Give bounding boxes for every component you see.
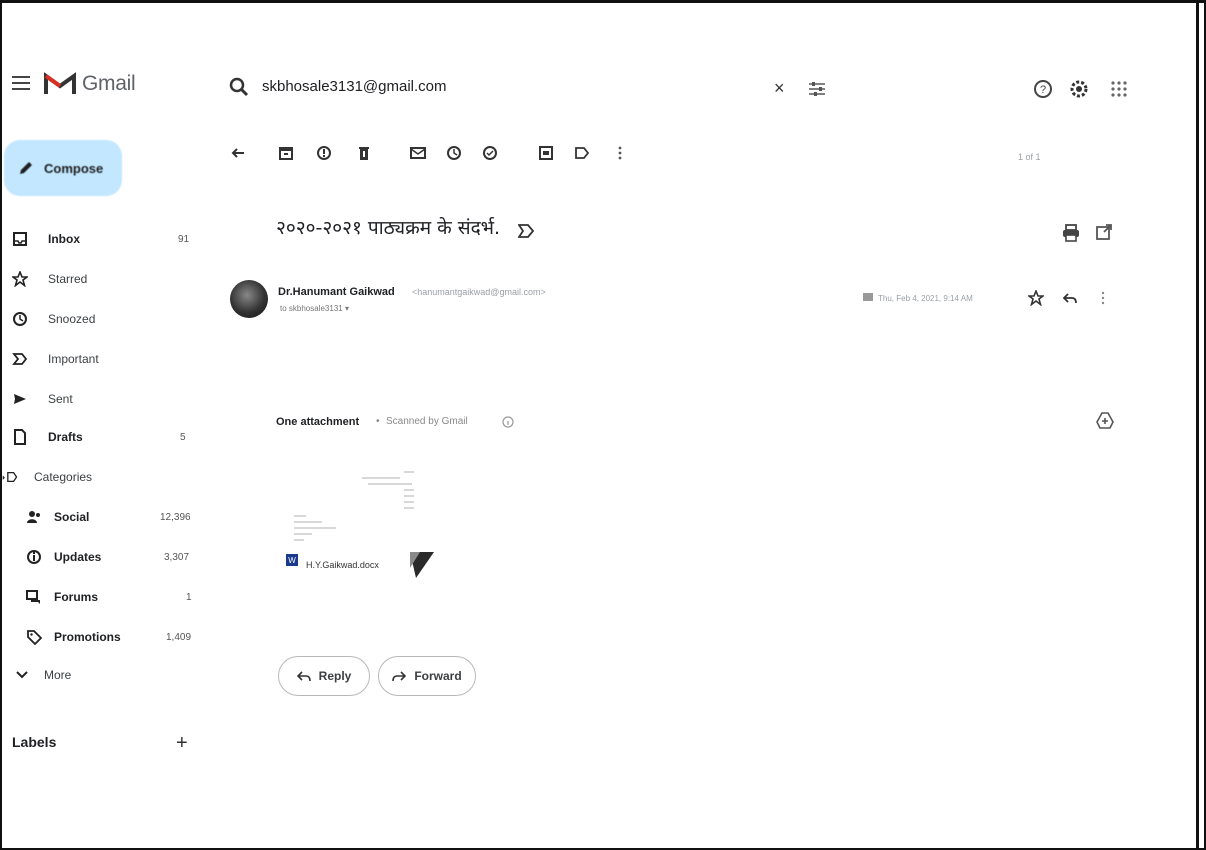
sidebar-item-more[interactable]: More	[0, 662, 200, 688]
compose-label: Compose	[44, 160, 104, 176]
sidebar-item-sent[interactable]: Sent	[0, 386, 200, 412]
scanned-by-gmail-text: Scanned by Gmail	[386, 416, 468, 427]
back-arrow-icon[interactable]	[230, 145, 246, 161]
sidebar-item-count: 3,307	[164, 552, 190, 563]
settings-gear-icon[interactable]	[1068, 78, 1090, 100]
tag-icon	[27, 630, 42, 645]
sidebar-item-social[interactable]: Social 12,396	[0, 504, 200, 530]
message-date: Thu, Feb 4, 2021, 9:14 AM	[878, 294, 973, 303]
sidebar-item-label: Forums	[54, 590, 99, 604]
mark-unread-icon[interactable]	[410, 145, 426, 161]
email-subject: २०२०-२०२१ पाठ्यक्रम के संदर्भ.	[276, 217, 501, 239]
sidebar-item-count: 12,396	[160, 512, 191, 523]
sidebar-item-label: Inbox	[48, 232, 80, 246]
sidebar-item-updates[interactable]: Updates 3,307	[0, 544, 200, 570]
gmail-wordmark: Gmail	[82, 72, 136, 95]
forward-arrow-icon	[392, 671, 407, 682]
help-icon[interactable]: ?	[1032, 78, 1054, 100]
svg-text:W: W	[288, 556, 296, 565]
forward-label: Forward	[414, 669, 462, 683]
sidebar-item-label: Important	[48, 352, 99, 366]
main-menu-icon[interactable]	[12, 76, 30, 92]
open-new-window-icon[interactable]	[1096, 224, 1112, 240]
report-spam-icon[interactable]	[316, 145, 332, 161]
sender-email: <hanumantgaikwad@gmail.com>	[412, 287, 546, 297]
search-options-icon[interactable]	[806, 78, 828, 100]
frame-edge	[1196, 0, 1199, 850]
label-icon	[2, 471, 18, 483]
gmail-m-icon	[44, 72, 76, 94]
sidebar-item-inbox[interactable]: Inbox 91	[0, 226, 200, 252]
clock-icon	[13, 312, 27, 326]
chevron-down-icon	[16, 671, 28, 679]
sidebar-item-important[interactable]: Important	[0, 346, 200, 372]
sidebar-item-label: Sent	[48, 392, 73, 406]
sidebar-item-label: Updates	[54, 550, 102, 564]
forum-icon	[26, 590, 40, 604]
sidebar-item-label: Snoozed	[48, 312, 96, 326]
sidebar-item-starred[interactable]: Starred	[0, 266, 200, 292]
pencil-icon	[20, 162, 32, 174]
snooze-icon[interactable]	[446, 145, 462, 161]
add-to-drive-icon[interactable]	[1096, 412, 1114, 430]
reply-icon[interactable]	[1062, 290, 1078, 306]
attachment-filename[interactable]: H.Y.Gaikwad.docx	[306, 560, 379, 570]
sidebar-item-count: 1,409	[166, 632, 192, 643]
sidebar-item-label: More	[44, 668, 72, 682]
add-task-icon[interactable]	[482, 145, 498, 161]
label-as-icon[interactable]	[574, 145, 590, 161]
reply-arrow-icon	[296, 671, 311, 682]
star-icon	[12, 271, 28, 287]
reply-button[interactable]: Reply	[278, 656, 370, 696]
pagination-text: 1 of 1	[1018, 152, 1041, 162]
important-icon	[12, 353, 28, 365]
add-label-button[interactable]: +	[176, 732, 188, 755]
sidebar-item-label: Social	[54, 510, 90, 524]
inbox-icon	[13, 232, 27, 246]
svg-text:?: ?	[1040, 84, 1046, 96]
attachment-indicator-icon	[863, 293, 873, 301]
gmail-logo[interactable]: Gmail	[44, 72, 136, 96]
more-vert-icon[interactable]	[1100, 290, 1106, 306]
recipient-details-toggle[interactable]: to skbhosale3131 ▾	[280, 304, 349, 313]
sidebar-item-promotions[interactable]: Promotions 1,409	[0, 624, 200, 650]
sender-name[interactable]: Dr.Hanumant Gaikwad	[278, 286, 395, 298]
more-options-icon[interactable]	[612, 145, 628, 161]
labels-heading: Labels	[12, 734, 57, 750]
sidebar-item-label: Promotions	[54, 630, 121, 644]
compose-button[interactable]: Compose	[4, 140, 122, 196]
delete-icon[interactable]	[356, 145, 372, 161]
sidebar-item-label: Categories	[34, 470, 93, 484]
sidebar-item-categories[interactable]: Categories	[0, 464, 200, 490]
send-icon	[14, 394, 26, 404]
sidebar-item-label: Drafts	[48, 430, 83, 444]
sidebar-item-snoozed[interactable]: Snoozed	[0, 306, 200, 332]
search-input[interactable]: skbhosale3131@gmail.com	[262, 78, 447, 95]
move-to-icon[interactable]	[538, 145, 554, 161]
info-circle-icon[interactable]	[502, 416, 514, 428]
clear-search-button[interactable]: ×	[774, 78, 785, 99]
reply-label: Reply	[318, 669, 352, 683]
sidebar-item-drafts[interactable]: Drafts 5	[0, 424, 200, 450]
sidebar-item-count: 5	[180, 432, 186, 443]
forward-button[interactable]: Forward	[378, 656, 476, 696]
print-icon[interactable]	[1062, 224, 1080, 242]
people-icon	[27, 511, 40, 523]
attachment-separator: •	[376, 416, 380, 427]
search-icon[interactable]	[228, 76, 250, 98]
sidebar-item-forums[interactable]: Forums 1	[0, 584, 200, 610]
sidebar-item-count: 91	[178, 234, 190, 245]
draft-icon	[14, 429, 26, 445]
sidebar-item-count: 1	[186, 592, 192, 603]
archive-icon[interactable]	[278, 145, 294, 161]
important-marker-icon[interactable]	[518, 224, 534, 238]
sender-avatar[interactable]	[230, 280, 268, 318]
info-icon	[27, 550, 41, 564]
apps-grid-icon[interactable]	[1108, 78, 1130, 100]
star-message-icon[interactable]	[1028, 290, 1044, 306]
attachment-heading: One attachment	[276, 416, 360, 428]
sidebar-item-label: Starred	[48, 272, 88, 286]
